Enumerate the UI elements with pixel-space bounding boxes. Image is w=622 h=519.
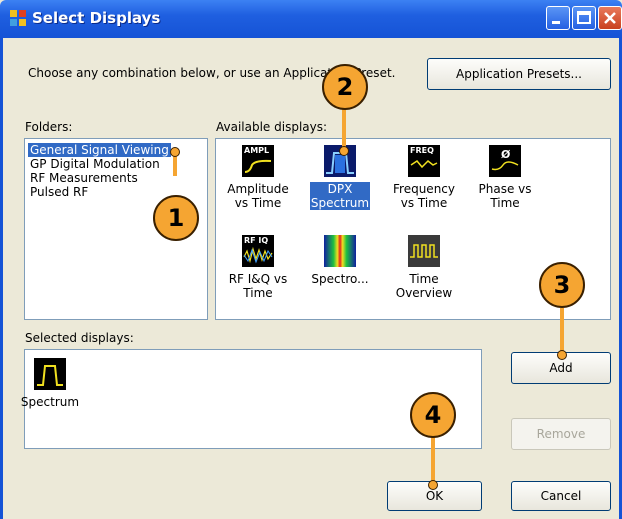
close-icon xyxy=(604,12,616,24)
callout-3-leader xyxy=(560,308,564,354)
spectrum-icon xyxy=(34,358,66,390)
callout-2: 2 xyxy=(322,64,368,110)
time-overview-icon xyxy=(408,235,440,267)
rf-iq-vs-time-icon: RF IQ xyxy=(242,235,274,267)
folder-item-general-signal-viewing[interactable]: General Signal Viewing xyxy=(28,143,171,157)
spectrogram-icon xyxy=(324,235,356,267)
display-rf-iq-vs-time[interactable]: RF IQ RF I&Q vs Time xyxy=(218,235,298,300)
callout-2-dot xyxy=(339,146,349,156)
cancel-button[interactable]: Cancel xyxy=(511,481,611,511)
callout-4-dot xyxy=(428,480,438,490)
folder-item-rf-measurements[interactable]: RF Measurements xyxy=(28,171,140,185)
folders-label: Folders: xyxy=(25,120,73,134)
title-bar: Select Displays xyxy=(0,0,622,38)
maximize-icon xyxy=(577,11,591,24)
amplitude-vs-time-icon: AMPL xyxy=(242,145,274,177)
callout-1: 1 xyxy=(153,195,199,241)
frequency-vs-time-icon: FREQ xyxy=(408,145,440,177)
available-displays-label: Available displays: xyxy=(216,120,328,134)
callout-4: 4 xyxy=(410,392,456,438)
display-phase-vs-time[interactable]: Ø Phase vs Time xyxy=(465,145,545,210)
display-spectrogram[interactable]: Spectro... xyxy=(300,235,380,286)
selected-displays-label: Selected displays: xyxy=(25,331,134,345)
folder-item-pulsed-rf[interactable]: Pulsed RF xyxy=(28,185,90,199)
minimize-button[interactable] xyxy=(546,6,570,30)
callout-3-dot xyxy=(557,350,567,360)
folder-item-gp-digital-modulation[interactable]: GP Digital Modulation xyxy=(28,157,162,171)
selected-item-spectrum[interactable]: Spectrum xyxy=(13,358,87,409)
app-icon xyxy=(10,10,26,26)
display-amplitude-vs-time[interactable]: AMPL Amplitude vs Time xyxy=(218,145,298,210)
callout-1-dot xyxy=(170,147,180,157)
display-frequency-vs-time[interactable]: FREQ Frequency vs Time xyxy=(384,145,464,210)
phase-vs-time-icon: Ø xyxy=(489,145,521,177)
callout-3: 3 xyxy=(539,262,585,308)
selected-displays-list[interactable]: Spectrum xyxy=(21,349,482,449)
callout-2-leader xyxy=(342,108,346,148)
minimize-icon xyxy=(552,21,560,24)
close-button[interactable] xyxy=(598,6,622,30)
application-presets-button[interactable]: Application Presets... xyxy=(427,58,611,90)
maximize-button[interactable] xyxy=(572,6,596,30)
callout-4-leader xyxy=(431,436,435,484)
display-time-overview[interactable]: Time Overview xyxy=(384,235,464,300)
remove-button[interactable]: Remove xyxy=(511,418,611,450)
window-title: Select Displays xyxy=(32,9,161,27)
